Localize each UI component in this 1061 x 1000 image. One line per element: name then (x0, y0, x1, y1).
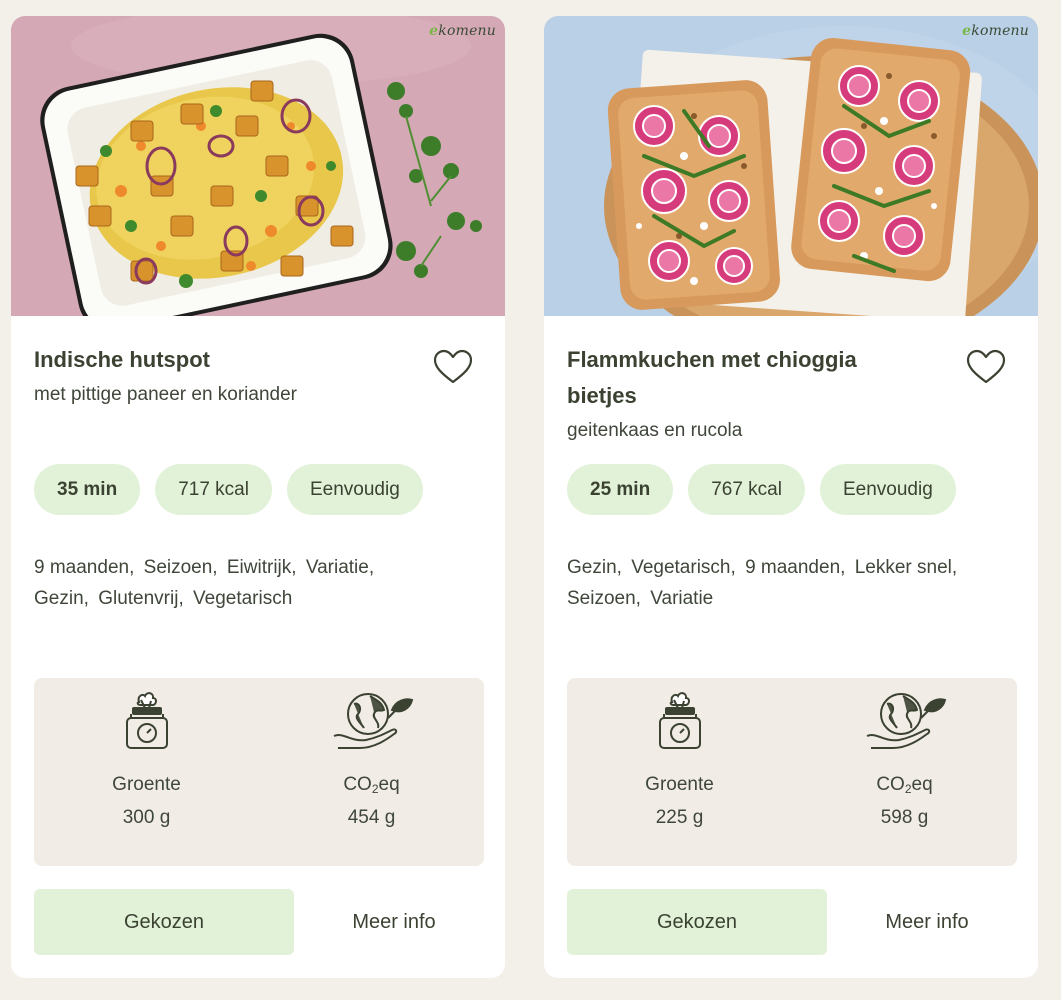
vegetables-value: 300 g (122, 807, 171, 828)
heart-icon[interactable] (966, 348, 1006, 388)
scale-vegetables-icon (125, 692, 168, 749)
recipe-photo-hutspot[interactable]: ekomenu (11, 16, 505, 316)
hutspot-dish-illustration (11, 16, 505, 316)
recipe-title-text: Indische hutspot (34, 347, 210, 372)
recipe-grid: ekomenu Indische hutspot met pittige pan… (0, 0, 1061, 1000)
kcal-pill: 767 kcal (688, 464, 805, 515)
brand-logo: ekomenu (962, 23, 1029, 39)
tag: Lekker snel, (854, 557, 958, 578)
time-pill: 25 min (567, 464, 674, 515)
tag: Vegetarisch, (631, 557, 736, 578)
sustainability-stats: Groente 225 g CO2eq 598 g (567, 678, 1017, 866)
tag: Variatie (650, 588, 714, 609)
recipe-tags: 9 maanden, Seizoen, Eiwitrijk, Variatie,… (34, 552, 474, 614)
recipe-subtitle: met pittige paneer en koriander (34, 384, 297, 405)
tag: Glutenvrij, (98, 588, 184, 609)
more-info-button[interactable]: Meer info (857, 889, 997, 955)
time-pill: 35 min (34, 464, 141, 515)
card-actions: Gekozen Meer info (34, 889, 484, 955)
recipe-subtitle: geitenkaas en rucola (567, 420, 743, 441)
tag: Gezin, (567, 557, 622, 578)
tag: Variatie, (305, 557, 375, 578)
recipe-pills: 25 min 767 kcal Eenvoudig (567, 464, 956, 515)
tag: Vegetarisch (193, 588, 293, 609)
tag: Eiwitrijk, (226, 557, 297, 578)
vegetables-value: 225 g (655, 807, 704, 828)
recipe-photo-flammkuchen[interactable]: ekomenu (544, 16, 1038, 316)
co2-stat: CO2eq 454 g (259, 688, 484, 829)
tag: Gezin, (34, 588, 89, 609)
heart-icon[interactable] (433, 348, 473, 388)
recipe-card[interactable]: ekomenu Indische hutspot met pittige pan… (11, 16, 505, 978)
recipe-title[interactable]: Indische hutspot met pittige paneer en k… (34, 342, 384, 411)
chosen-button[interactable]: Gekozen (34, 889, 294, 955)
globe-hand-leaf-icon (333, 693, 413, 749)
co2-value: 598 g (880, 807, 929, 828)
tag: Seizoen, (143, 557, 218, 578)
recipe-title[interactable]: Flammkuchen met chioggia bietjes geitenk… (567, 342, 917, 447)
kcal-pill: 717 kcal (155, 464, 272, 515)
vegetables-stat: Groente 225 g (567, 688, 792, 829)
vegetables-stat: Groente 300 g (34, 688, 259, 829)
co2-stat: CO2eq 598 g (792, 688, 1017, 829)
co2-label: CO2eq (876, 774, 933, 796)
brand-logo: ekomenu (429, 23, 496, 39)
tag: 9 maanden, (34, 557, 135, 578)
scale-vegetables-icon (658, 692, 701, 749)
recipe-pills: 35 min 717 kcal Eenvoudig (34, 464, 423, 515)
more-info-button[interactable]: Meer info (324, 889, 464, 955)
recipe-card[interactable]: ekomenu Flammkuchen met chioggia bietjes… (544, 16, 1038, 978)
difficulty-pill: Eenvoudig (819, 464, 956, 515)
card-actions: Gekozen Meer info (567, 889, 1017, 955)
difficulty-pill: Eenvoudig (286, 464, 423, 515)
globe-hand-leaf-icon (866, 693, 946, 749)
flammkuchen-illustration (544, 16, 1038, 316)
vegetables-label: Groente (645, 774, 714, 795)
co2-label: CO2eq (343, 774, 400, 796)
recipe-title-text: Flammkuchen met chioggia bietjes (567, 347, 857, 408)
tag: 9 maanden, (745, 557, 846, 578)
vegetables-label: Groente (112, 774, 181, 795)
recipe-tags: Gezin, Vegetarisch, 9 maanden, Lekker sn… (567, 552, 1007, 614)
tag: Seizoen, (567, 588, 641, 609)
co2-value: 454 g (347, 807, 396, 828)
chosen-button[interactable]: Gekozen (567, 889, 827, 955)
sustainability-stats: Groente 300 g CO2eq 454 g (34, 678, 484, 866)
